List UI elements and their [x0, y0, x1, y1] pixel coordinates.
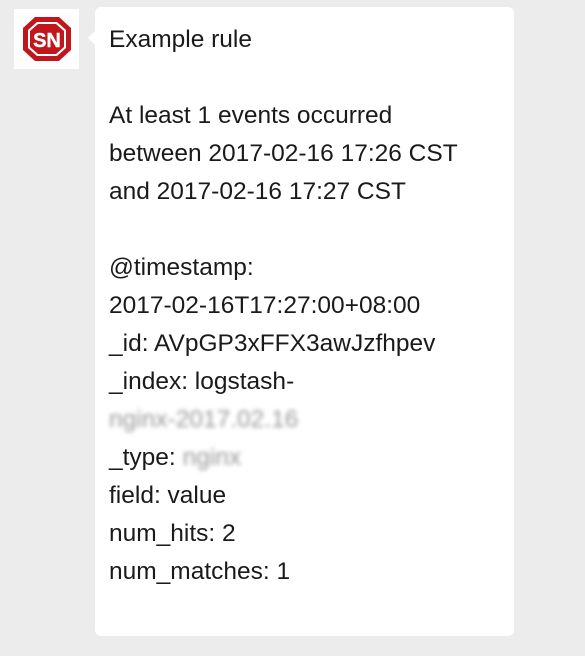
sn-logo-icon: SN: [22, 17, 71, 61]
type-label: _type:: [109, 444, 183, 471]
message-title: Example rule: [109, 26, 252, 53]
sender-avatar[interactable]: SN: [14, 9, 79, 69]
id-line: _id: AVpGP3xFFX3awJzfhpev: [109, 330, 436, 357]
timestamp-value: 2017-02-16T17:27:00+08:00: [109, 292, 421, 319]
avatar-text: SN: [33, 30, 61, 52]
index-line: _index: logstash-: [109, 368, 295, 395]
field-line: field: value: [109, 482, 227, 509]
num-hits-line: num_hits: 2: [109, 520, 236, 547]
type-line: _type: nginx: [109, 439, 514, 477]
summary-line-1: At least 1 events occurred: [109, 102, 393, 129]
summary-line-3: and 2017-02-16 17:27 CST: [109, 178, 406, 205]
bubble-tail: [88, 31, 95, 45]
summary-line-2: between 2017-02-16 17:26 CST: [109, 140, 458, 167]
message-bubble[interactable]: Example rule At least 1 events occurred …: [88, 7, 514, 636]
num-matches-line: num_matches: 1: [109, 558, 291, 585]
index-value-redacted: nginx-2017.02.16: [109, 406, 299, 433]
timestamp-key: @timestamp:: [109, 254, 254, 281]
type-value-redacted: nginx: [182, 444, 242, 471]
